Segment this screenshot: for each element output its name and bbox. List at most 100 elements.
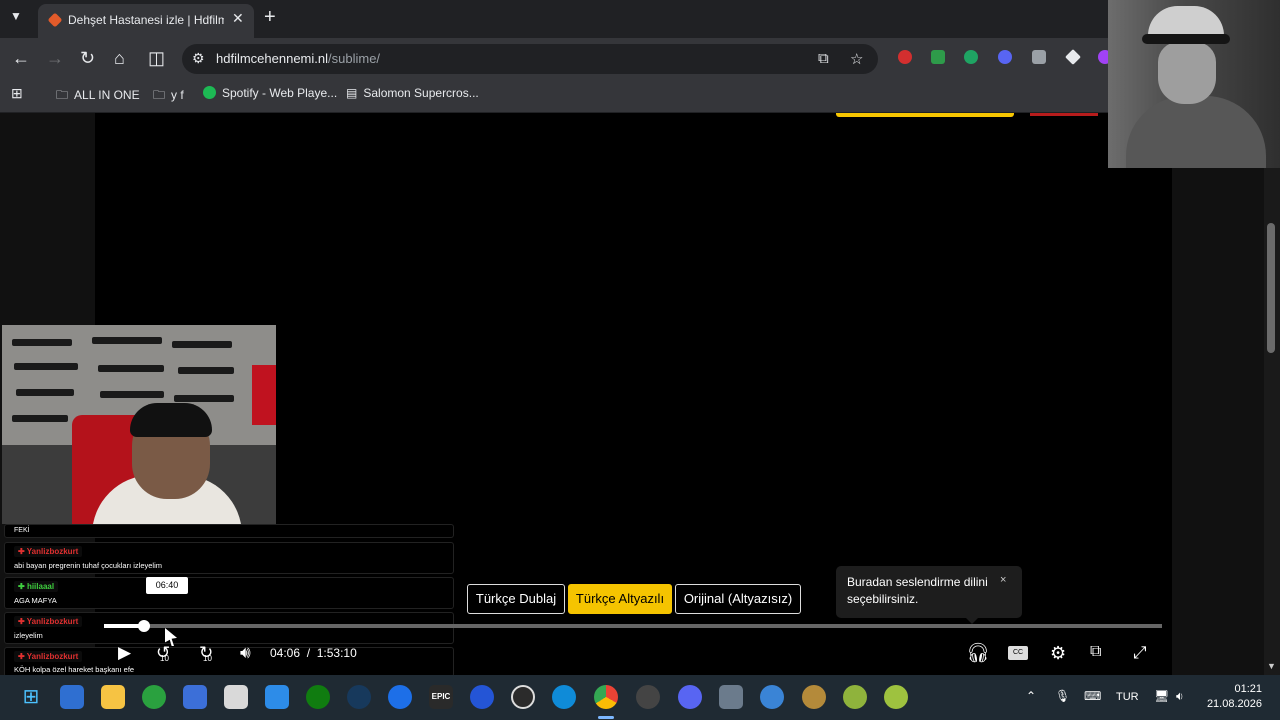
forward-10-icon[interactable]: ↻ 10 xyxy=(199,643,213,663)
fullscreen-icon[interactable]: ⤢ xyxy=(1133,643,1147,663)
tab-close-icon[interactable]: ✕ xyxy=(232,10,244,27)
chat-username: ✚ Yanlizbozkurt xyxy=(14,651,83,662)
app-s-brown-icon[interactable] xyxy=(802,685,826,709)
tab-search-chevron-icon[interactable]: ▼ xyxy=(10,9,22,23)
reload-icon[interactable]: ↻ xyxy=(80,48,95,69)
site-settings-icon[interactable]: ⚙ xyxy=(192,50,205,67)
tray-overflow-chevron-icon[interactable]: ⌃ xyxy=(1026,689,1036,703)
current-time: 04:06 xyxy=(270,646,301,660)
chat-message-row: ✚ Yanlizbozkurt abi bayan pregrenin tuha… xyxy=(4,542,454,574)
lang-turkce-dublaj-button[interactable]: Türkçe Dublaj xyxy=(467,584,565,614)
folder-icon: 🗀 xyxy=(56,88,69,102)
task-view-icon[interactable] xyxy=(60,685,84,709)
bookmark-page-icon: ▤ xyxy=(346,86,358,100)
bookmark-folder-yf[interactable]: 🗀 y f xyxy=(153,86,184,107)
ubisoft-icon[interactable] xyxy=(511,685,535,709)
extension-shield-icon[interactable] xyxy=(931,50,945,64)
microphone-icon[interactable]: 🎙︎ xyxy=(1055,689,1070,703)
epic-games-icon[interactable]: EPIC xyxy=(429,685,453,709)
monitor-app-icon[interactable] xyxy=(183,685,207,709)
battlenet-icon[interactable] xyxy=(388,685,412,709)
grammarly-icon[interactable] xyxy=(964,50,978,64)
system-clock[interactable]: 01:21 21.08.2026 xyxy=(1190,682,1262,712)
chat-message-row: ✚ hiilaaal AGA MAFYA xyxy=(4,577,454,609)
chat-message-text: FEKİ xyxy=(14,527,30,534)
forward-arrow-icon[interactable]: → xyxy=(46,48,64,69)
chat-message-row: FEKİ xyxy=(4,524,454,538)
video-progress-bar[interactable] xyxy=(104,624,1162,628)
page-right-margin xyxy=(1172,113,1264,675)
bookmark-folder-all-in-one[interactable]: 🗀 ALL IN ONE xyxy=(56,86,140,107)
url-path: /sublime/ xyxy=(328,51,381,66)
split-view-icon[interactable]: ◫ xyxy=(148,48,165,69)
settings-gear-icon[interactable]: ⚙ xyxy=(1050,643,1066,664)
snipping-tool-icon[interactable] xyxy=(224,685,248,709)
time-display: 04:06 / 1:53:10 xyxy=(270,646,357,660)
extension-red-icon[interactable] xyxy=(898,50,912,64)
bookmark-spotify[interactable]: Spotify - Web Playe... xyxy=(203,86,337,100)
play-icon[interactable]: ▶ xyxy=(118,643,131,663)
chrome-icon[interactable] xyxy=(594,685,618,709)
red-header-button[interactable] xyxy=(1030,113,1098,116)
ea-app-icon[interactable] xyxy=(470,685,494,709)
obs-icon[interactable] xyxy=(636,685,660,709)
scroll-down-arrow-icon[interactable]: ▼ xyxy=(1267,661,1276,671)
audio-track-headphones-icon[interactable]: 🎧︎ xyxy=(966,641,990,665)
app-blue-orb-icon[interactable] xyxy=(760,685,784,709)
network-icon[interactable]: 🖥︎ xyxy=(1154,689,1169,703)
chrome-active-indicator xyxy=(598,716,614,719)
xbox-icon[interactable] xyxy=(306,685,330,709)
bookmark-label: Spotify - Web Playe... xyxy=(222,86,338,100)
discord-icon[interactable] xyxy=(678,685,702,709)
back-arrow-icon[interactable]: ← xyxy=(12,48,30,69)
yellow-header-button[interactable] xyxy=(836,113,1014,117)
install-app-icon[interactable]: ⧉ xyxy=(818,50,829,67)
speaker-icon[interactable]: 🔉︎ xyxy=(1176,689,1184,704)
subtitles-cc-icon[interactable]: CC xyxy=(1008,646,1028,660)
tooltip-text: Buradan seslendirme dilini seçebilirsini… xyxy=(847,575,988,606)
browser-tab-active[interactable]: Dehşet Hastanesi izle | Hdfilmcehennemi … xyxy=(38,4,254,38)
discord-extension-icon[interactable] xyxy=(998,50,1012,64)
browser-tab-strip: ▼ Dehşet Hastanesi izle | Hdfilmcehennem… xyxy=(0,0,1280,38)
url-text: hdfilmcehennemi.nl/sublime/ xyxy=(216,51,380,66)
calculator-icon[interactable] xyxy=(719,685,743,709)
lang-orijinal-button[interactable]: Orijinal (Altyazısız) xyxy=(675,584,801,614)
microsoft-store-icon[interactable] xyxy=(265,685,289,709)
apps-grid-icon[interactable]: ⊞ xyxy=(11,85,23,102)
extension-diamond-icon[interactable] xyxy=(1065,49,1081,65)
progress-scrubber-handle[interactable] xyxy=(138,620,150,632)
xbox-game-icon[interactable] xyxy=(142,685,166,709)
app-s-green-icon[interactable] xyxy=(843,685,867,709)
windows-start-icon[interactable]: ⊞ xyxy=(19,685,43,709)
bookmark-label: Salomon Supercros... xyxy=(363,86,479,100)
chat-message-row: ✚ Yanlizbozkurt izleyelim xyxy=(4,612,454,644)
app-s-lime-icon[interactable] xyxy=(884,685,908,709)
bookmark-star-icon[interactable]: ☆ xyxy=(850,50,863,68)
audio-language-tooltip: Buradan seslendirme dilini seçebilirsini… xyxy=(836,566,1022,624)
bookmark-label: ALL IN ONE xyxy=(74,88,140,102)
chat-message-text: abi bayan pregrenin tuhaf çocukları izle… xyxy=(14,561,162,570)
chat-username: ✚ Yanlizbozkurt xyxy=(14,616,83,627)
tab-title: Dehşet Hastanesi izle | Hdfilmcehennemi xyxy=(68,13,224,27)
page-scrollbar[interactable]: ▼ xyxy=(1264,113,1280,675)
picture-in-picture-icon[interactable]: ⧉ xyxy=(1090,643,1101,661)
rewind-10-icon[interactable]: ↺ 10 xyxy=(156,643,170,663)
extension-shield-grey-icon[interactable] xyxy=(1032,50,1046,64)
home-icon[interactable]: ⌂ xyxy=(114,48,125,69)
bookmarks-bar: ⊞ 🗀 ALL IN ONE 🗀 y f Spotify - Web Playe..… xyxy=(0,80,1280,113)
bookmark-salomon[interactable]: ▤ Salomon Supercros... xyxy=(346,86,479,100)
steam-icon[interactable] xyxy=(347,685,371,709)
volume-icon[interactable]: 🔊︎ xyxy=(240,643,251,663)
new-tab-button[interactable]: + xyxy=(264,6,276,29)
clock-date: 21.08.2026 xyxy=(1206,698,1262,710)
lang-turkce-altyazili-button[interactable]: Türkçe Altyazılı xyxy=(568,584,672,614)
edge-browser-icon[interactable] xyxy=(552,685,576,709)
scrollbar-thumb[interactable] xyxy=(1267,223,1275,353)
bookmark-label: y f xyxy=(171,88,184,102)
file-explorer-icon[interactable] xyxy=(101,685,125,709)
address-bar[interactable]: ⚙ hdfilmcehennemi.nl/sublime/ ⧉ ☆ xyxy=(182,44,878,74)
keyboard-icon[interactable]: ⌨︎ xyxy=(1084,689,1101,703)
input-language-indicator[interactable]: TUR xyxy=(1116,691,1139,703)
streamer-webcam-overlay xyxy=(2,325,276,524)
tooltip-close-icon[interactable]: × xyxy=(1000,574,1006,586)
